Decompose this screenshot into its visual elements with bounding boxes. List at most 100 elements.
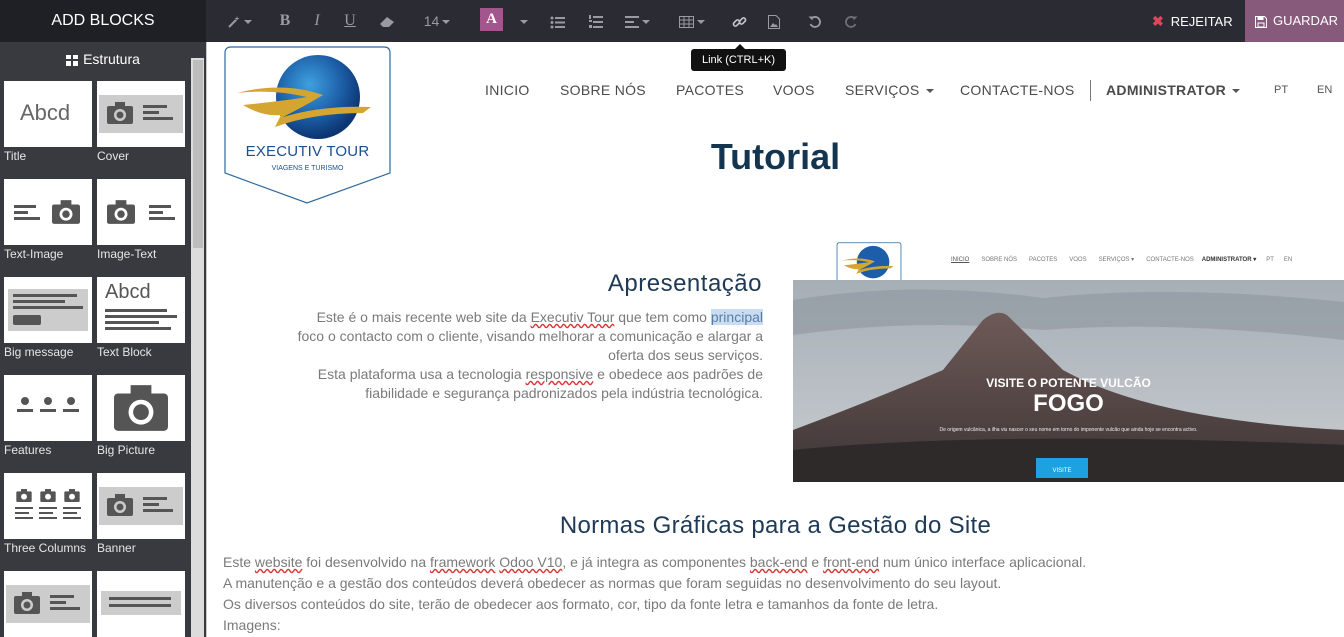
block-thumb-three-columns [4, 473, 92, 539]
selected-text[interactable]: principal [710, 309, 763, 325]
nav-contacte-nos[interactable]: CONTACTE-NOS [960, 82, 1075, 98]
text-run: num único interface aplicacional. [879, 554, 1087, 570]
nav-separator [1090, 80, 1091, 101]
nav-sobre-nos[interactable]: SOBRE NÓS [560, 82, 646, 98]
structure-section-title: Estrutura [0, 42, 206, 76]
block-separator[interactable] [97, 571, 185, 637]
camera-icon [107, 200, 135, 224]
text-run: que tem como [614, 309, 711, 325]
block-big-message[interactable]: Big message [4, 277, 92, 375]
block-label: Text-Image [4, 247, 64, 261]
norms-paragraph: Os diversos conteúdos do site, terão de … [223, 596, 939, 612]
unordered-list-icon [550, 16, 565, 29]
sidebar-scroll-thumb[interactable] [193, 60, 203, 248]
block-text-image[interactable]: Text-Image [4, 179, 92, 277]
block-thumb-image-text [97, 179, 185, 245]
bold-button[interactable]: B [276, 0, 294, 42]
table-dropdown[interactable] [677, 0, 707, 42]
font-color-button[interactable]: A [480, 8, 503, 31]
blocks-sidebar: Estrutura Abcd Title Cover Text-Image Im… [0, 42, 206, 637]
preview-caption: De origem vulcânica, a ilha viu nascer o… [939, 427, 1198, 433]
reject-button[interactable]: ✖ REJEITAR [1142, 0, 1245, 42]
reject-label: REJEITAR [1170, 14, 1233, 29]
italic-button[interactable]: I [309, 0, 325, 42]
norms-paragraph: Imagens: [223, 617, 281, 633]
block-title[interactable]: Abcd Title [4, 81, 92, 179]
font-size-dropdown[interactable]: 14 [420, 0, 454, 42]
spellcheck-word: back-end [749, 554, 808, 570]
block-thumb-text-block: Abcd [97, 277, 185, 343]
add-blocks-header[interactable]: ADD BLOCKS [0, 0, 206, 42]
norms-paragraph: Este website foi desenvolvido na framewo… [223, 552, 1323, 573]
block-thumb-banner [97, 473, 185, 539]
eraser-button[interactable] [378, 0, 396, 42]
link-tooltip: Link (CTRL+K) [691, 44, 786, 71]
structure-label: Estrutura [83, 51, 140, 67]
text-run: foi desenvolvido na [302, 554, 431, 570]
camera-icon [107, 494, 133, 516]
nav-pacotes[interactable]: PACOTES [676, 82, 744, 98]
redo-button[interactable] [842, 0, 860, 42]
block-thumb-big-picture [97, 375, 185, 441]
spellcheck-word: responsive [525, 366, 594, 382]
block-three-columns[interactable]: Three Columns [4, 473, 92, 571]
block-features[interactable]: Features [4, 375, 92, 473]
image-button[interactable] [766, 0, 782, 42]
block-cover[interactable]: Cover [97, 81, 185, 179]
norms-text[interactable]: Este website foi desenvolvido na framewo… [223, 552, 1323, 636]
presentation-line: Esta plataforma usa a tecnologia respons… [227, 365, 763, 384]
align-left-icon [624, 16, 639, 29]
nav-inicio[interactable]: INICIO [485, 82, 530, 98]
block-label: Title [4, 149, 27, 163]
nav-servicos[interactable]: SERVIÇOS [845, 82, 934, 98]
text-run: e obedece aos padrões de [593, 366, 763, 382]
preview-nav-item: ADMINISTRATOR ▾ [1201, 257, 1257, 263]
editor-toolbar: ADD BLOCKS B I U 14 A ✖ REJEITAR GUARDAR [0, 0, 1344, 42]
font-color-dropdown[interactable] [515, 0, 529, 42]
bullet-list-button[interactable] [548, 0, 566, 42]
text-run: Este [223, 554, 255, 570]
block-text-block[interactable]: Abcd Text Block [97, 277, 185, 375]
camera-icon [40, 489, 56, 502]
text-run: e [807, 554, 824, 570]
undo-icon [808, 16, 821, 29]
close-icon: ✖ [1152, 13, 1164, 29]
block-image-text-alt[interactable] [4, 571, 92, 637]
save-button[interactable]: GUARDAR [1245, 0, 1344, 42]
spellcheck-word: Odoo V10 [499, 554, 563, 570]
website-editor: ADD BLOCKS B I U 14 A ✖ REJEITAR GUARDAR… [0, 0, 1344, 637]
numbered-list-button[interactable] [586, 0, 604, 42]
executiv-tour-logo[interactable] [223, 45, 392, 205]
floppy-disk-icon [1255, 15, 1267, 28]
magic-wand-button[interactable] [226, 0, 252, 42]
lang-pt[interactable]: PT [1274, 84, 1288, 96]
table-icon [679, 16, 694, 29]
lang-en[interactable]: EN [1317, 84, 1332, 96]
nav-user-menu[interactable]: ADMINISTRATOR [1106, 82, 1241, 98]
block-big-picture[interactable]: Big Picture [97, 375, 185, 473]
presentation-line: fiabilidade e segurança padronizados pel… [365, 385, 763, 401]
font-size-value: 14 [423, 13, 440, 29]
align-dropdown[interactable] [622, 0, 652, 42]
block-label: Text Block [97, 345, 152, 359]
camera-icon [107, 102, 133, 124]
block-thumb [97, 571, 185, 637]
block-thumb-title: Abcd [4, 81, 92, 147]
abcd-sample-text: Abcd [105, 281, 151, 303]
homepage-screenshot[interactable]: INICIO SOBRE NÓS PACOTES VOOS SERVIÇOS ▾ CONT… [793, 240, 1344, 482]
nav-voos[interactable]: VOOS [773, 82, 815, 98]
block-label: Big message [4, 345, 74, 359]
chevron-down-icon [925, 89, 934, 94]
link-button[interactable] [730, 0, 748, 42]
underline-button[interactable]: U [341, 0, 359, 42]
block-banner[interactable]: Banner [97, 473, 185, 571]
presentation-text[interactable]: Este é o mais recente web site da Execut… [227, 308, 763, 403]
block-image-text[interactable]: Image-Text [97, 179, 185, 277]
page-title: Tutorial [710, 136, 841, 177]
grid-icon [66, 54, 79, 66]
norms-title: Normas Gráficas para a Gestão do Site [559, 512, 992, 539]
block-label: Banner [97, 541, 136, 555]
undo-button[interactable] [806, 0, 824, 42]
preview-nav-item: PACOTES [1029, 257, 1058, 263]
block-thumb [4, 571, 92, 637]
